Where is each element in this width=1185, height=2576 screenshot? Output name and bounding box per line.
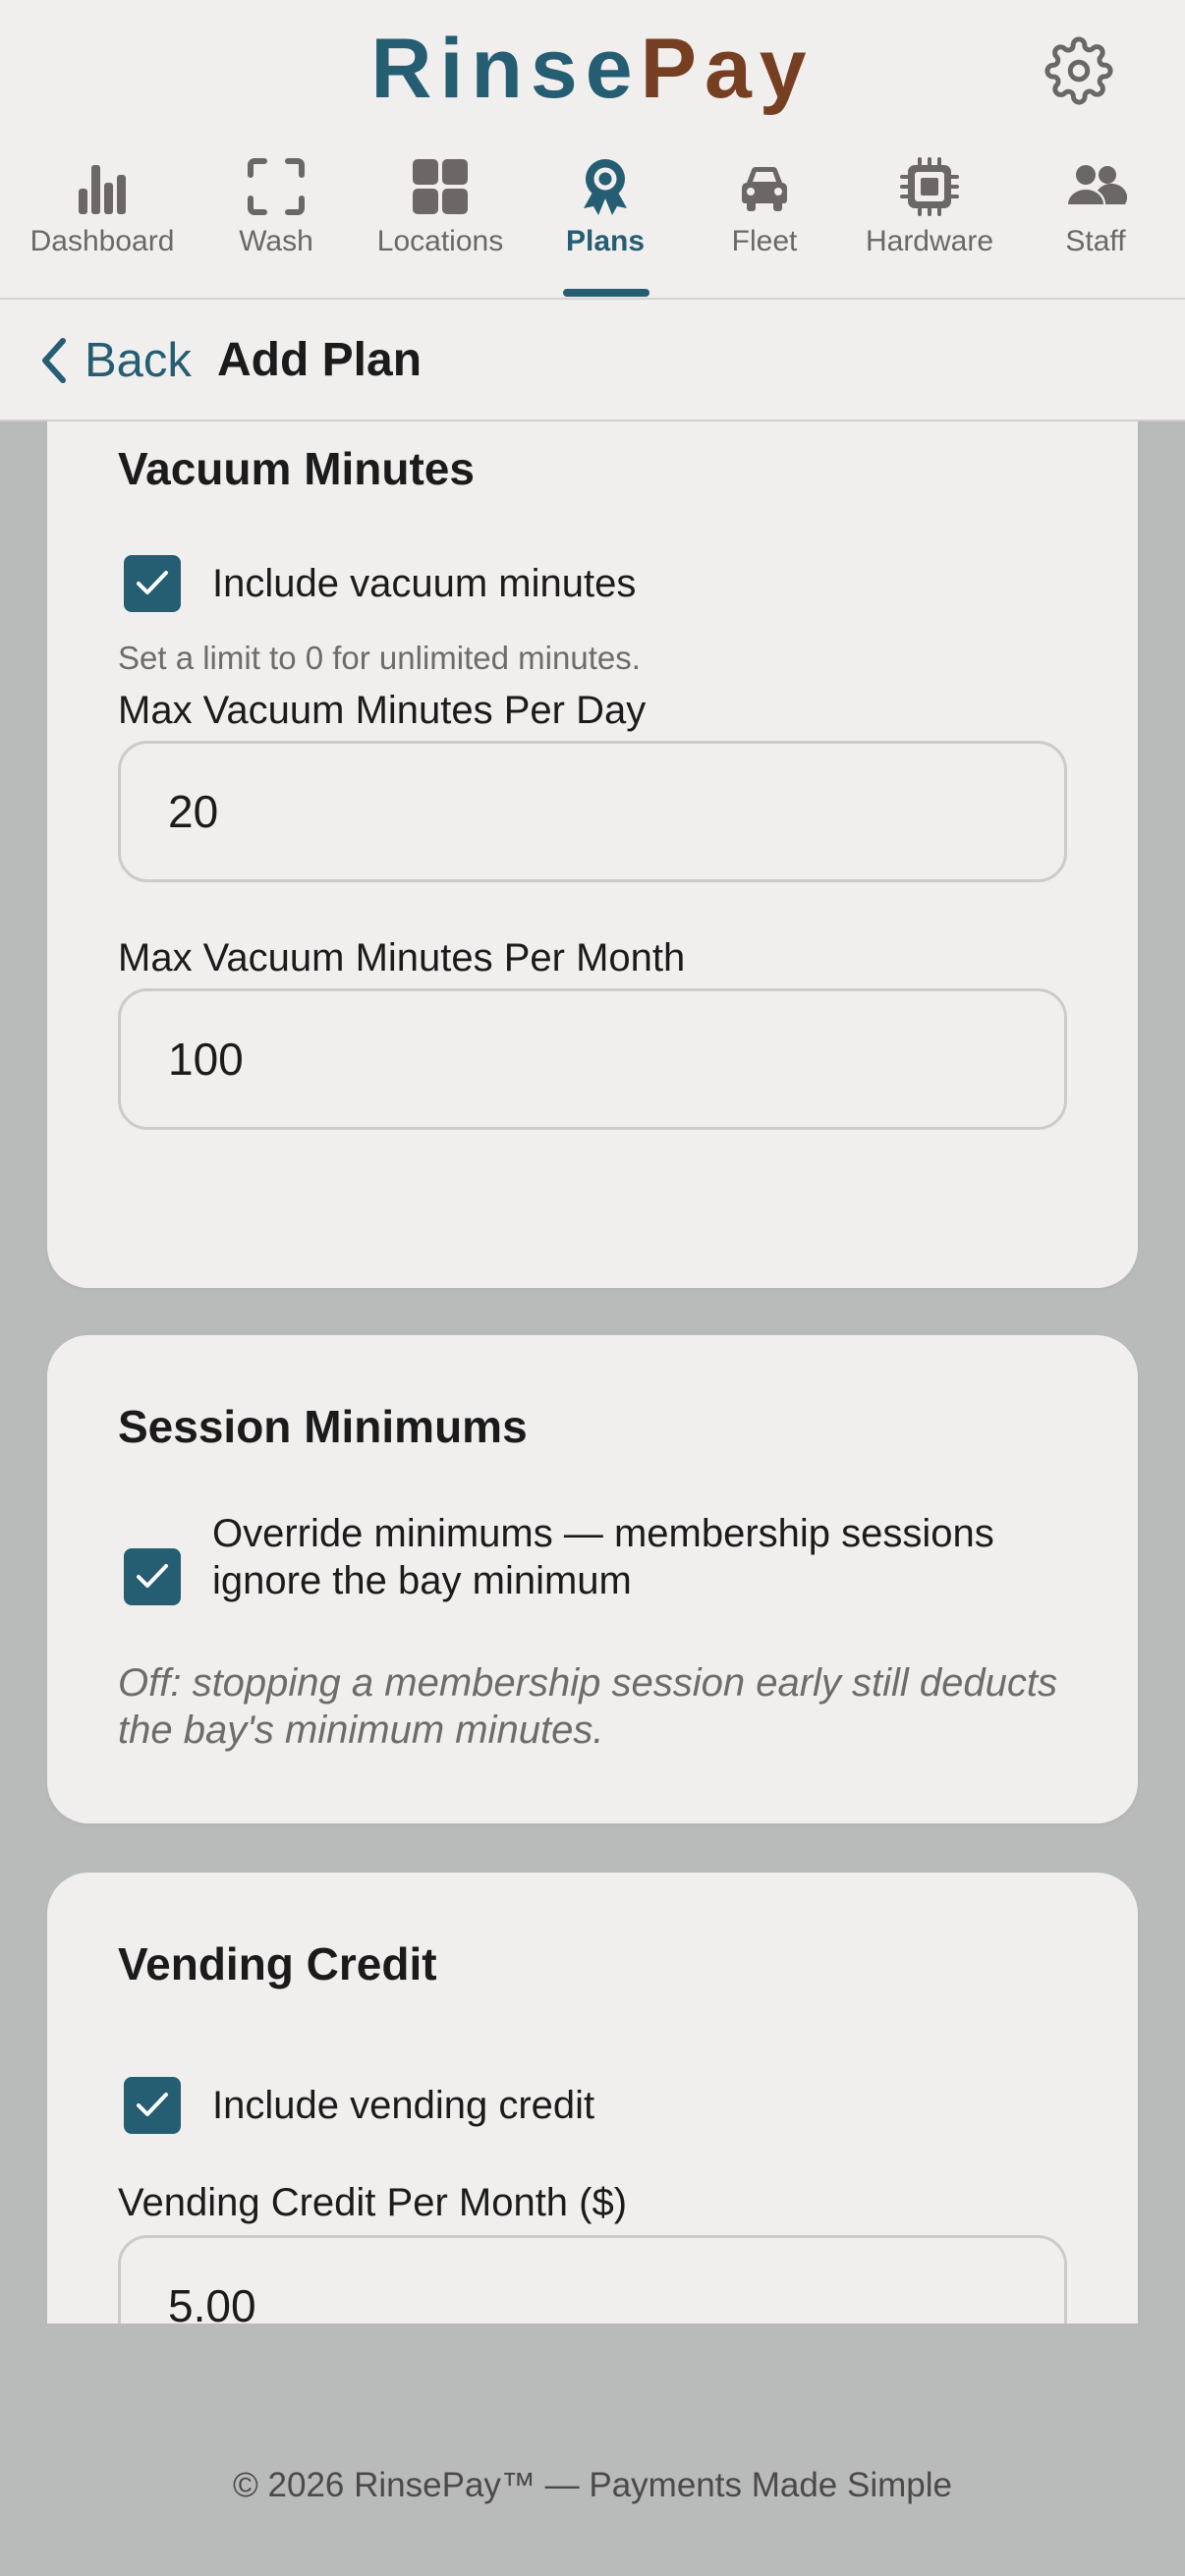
vending-credit-card: Vending Credit Include vending credit Ve…: [47, 1873, 1138, 2324]
page-header: Back Add Plan: [0, 300, 1185, 421]
nav-label-hardware: Hardware: [865, 225, 994, 257]
main-nav: Dashboard Wash Locations Plans Fleet Har…: [0, 147, 1185, 300]
page-title: Add Plan: [217, 334, 423, 386]
override-minimums-label: Override minimums — membership sessions …: [212, 1512, 994, 1602]
nav-item-locations[interactable]: Locations: [357, 147, 524, 300]
car-icon: [742, 166, 787, 211]
nav-item-dashboard[interactable]: Dashboard: [19, 147, 186, 300]
vending-include-checkbox[interactable]: [124, 2077, 181, 2134]
vacuum-per-day-input[interactable]: [118, 741, 1067, 882]
nav-item-wash[interactable]: Wash: [193, 147, 360, 300]
nav-label-wash: Wash: [239, 225, 313, 257]
vacuum-include-label: Include vacuum minutes: [212, 562, 637, 605]
back-label: Back: [85, 334, 192, 387]
bar-chart-icon: [79, 165, 126, 214]
chevron-left-icon: [42, 338, 66, 383]
back-button[interactable]: Back: [37, 329, 192, 392]
vacuum-hint: Set a limit to 0 for unlimited minutes.: [118, 640, 641, 676]
nav-label-plans: Plans: [565, 225, 646, 257]
nav-label-fleet: Fleet: [731, 225, 798, 257]
nav-label-staff: Staff: [1065, 225, 1126, 257]
override-minimums-checkbox[interactable]: [124, 1548, 181, 1605]
logo-pay: Pay: [640, 22, 815, 116]
vacuum-card-title: Vacuum Minutes: [118, 443, 475, 494]
app-logo: RinsePay: [0, 18, 1185, 121]
grid-icon: [413, 159, 468, 214]
session-note: Off: stopping a membership session early…: [118, 1661, 1057, 1752]
nav-label-locations: Locations: [376, 225, 504, 257]
logo-rinse: Rinse: [370, 22, 641, 116]
chip-icon: [900, 157, 959, 216]
users-icon: [1068, 165, 1127, 204]
active-tab-indicator: [563, 289, 649, 297]
checkmark-icon: [137, 1564, 168, 1588]
settings-button[interactable]: [1044, 36, 1113, 105]
footer-copyright: © 2026 RinsePay™ — Payments Made Simple: [233, 2466, 952, 2504]
nav-item-hardware[interactable]: Hardware: [846, 147, 1013, 300]
vacuum-per-day-label: Max Vacuum Minutes Per Day: [118, 689, 647, 732]
award-badge-icon: [584, 159, 627, 215]
nav-label-dashboard: Dashboard: [29, 225, 175, 257]
session-card-title: Session Minimums: [118, 1401, 528, 1452]
top-header: RinsePay Dashboard Wash Locations Plans …: [0, 0, 1185, 300]
gear-icon: [1044, 36, 1113, 105]
vending-card-title: Vending Credit: [118, 1938, 437, 1989]
nav-item-staff[interactable]: Staff: [1012, 147, 1179, 300]
vending-per-month-input[interactable]: [118, 2235, 1067, 2324]
vacuum-per-month-input[interactable]: [118, 988, 1067, 1130]
checkmark-icon: [137, 2093, 168, 2116]
vacuum-per-month-label: Max Vacuum Minutes Per Month: [118, 936, 686, 980]
vending-include-label: Include vending credit: [212, 2084, 595, 2127]
vending-per-month-label: Vending Credit Per Month ($): [118, 2181, 628, 2224]
nav-item-plans[interactable]: Plans: [522, 147, 689, 300]
scan-frame-icon: [248, 158, 305, 215]
vacuum-include-checkbox[interactable]: [124, 555, 181, 612]
checkmark-icon: [137, 571, 168, 594]
form-scroll-area[interactable]: Vacuum Minutes Include vacuum minutes Se…: [0, 421, 1185, 2324]
vacuum-minutes-card: Vacuum Minutes Include vacuum minutes Se…: [47, 421, 1138, 1288]
session-minimums-card: Session Minimums Override minimums — mem…: [47, 1335, 1138, 1823]
nav-item-fleet[interactable]: Fleet: [681, 147, 848, 300]
